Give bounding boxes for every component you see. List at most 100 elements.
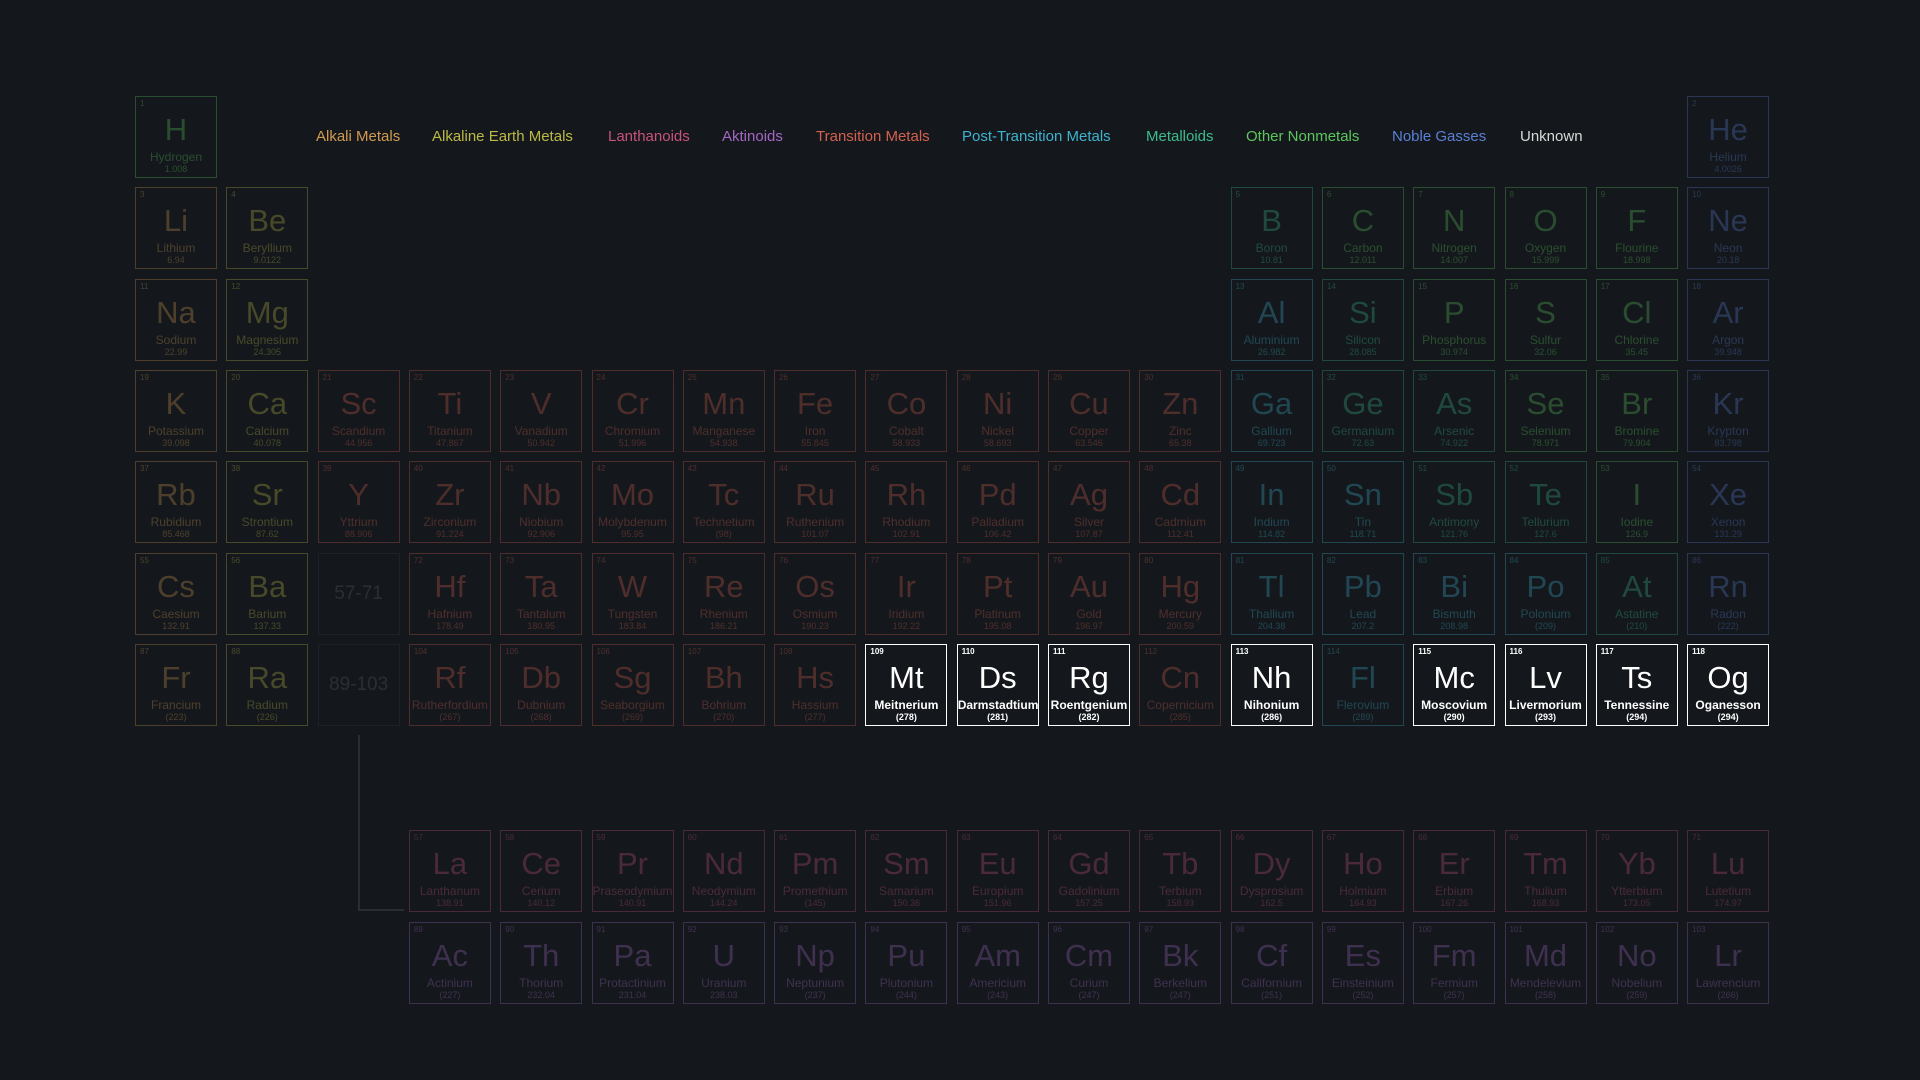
legend-nonmetal[interactable]: Other Nonmetals <box>1246 124 1359 150</box>
element-curium[interactable]: 96 Cm Curium (247) <box>1048 921 1130 1004</box>
element-chlorine[interactable]: 17 Cl Chlorine 35.45 <box>1595 278 1678 361</box>
element-niobium[interactable]: 41 Nb Niobium 92.906 <box>500 461 583 544</box>
element-hassium[interactable]: 108 Hs Hassium (277) <box>774 643 857 726</box>
legend-post[interactable]: Post-Transition Metals <box>962 124 1111 150</box>
element-lithium[interactable]: 3 Li Lithium 6.94 <box>135 187 217 270</box>
element-beryllium[interactable]: 4 Be Beryllium 9.0122 <box>226 187 309 270</box>
element-caesium[interactable]: 55 Cs Caesium 132.91 <box>135 552 217 635</box>
element-helium[interactable]: 2 He Helium 4.0026 <box>1687 96 1770 178</box>
element-cadmium[interactable]: 48 Cd Cadmium 112.41 <box>1139 461 1222 544</box>
element-arsenic[interactable]: 33 As Arsenic 74.922 <box>1413 369 1496 452</box>
element-silicon[interactable]: 14 Si Silicon 28.085 <box>1321 278 1404 361</box>
element-cobalt[interactable]: 27 Co Cobalt 58.933 <box>865 369 948 452</box>
element-copper[interactable]: 29 Cu Copper 63.546 <box>1048 369 1130 452</box>
element-bromine[interactable]: 35 Br Bromine 79.904 <box>1595 369 1678 452</box>
element-scandium[interactable]: 21 Sc Scandium 44.956 <box>317 369 400 452</box>
element-gold[interactable]: 79 Au Gold 196.97 <box>1048 552 1130 635</box>
element-ytterbium[interactable]: 70 Yb Ytterbium 173.05 <box>1595 830 1678 913</box>
element-neon[interactable]: 10 Ne Neon 20.18 <box>1687 187 1770 270</box>
element-meitnerium[interactable]: 109 Mt Meitnerium (278) <box>865 643 948 726</box>
element-mercury[interactable]: 80 Hg Mercury 200.59 <box>1139 552 1222 635</box>
element-hafnium[interactable]: 72 Hf Hafnium 178.49 <box>408 552 491 635</box>
element-zirconium[interactable]: 40 Zr Zirconium 91.224 <box>408 461 491 544</box>
element-radium[interactable]: 88 Ra Radium (226) <box>226 643 309 726</box>
legend-noble[interactable]: Noble Gasses <box>1392 124 1486 150</box>
element-krypton[interactable]: 36 Kr Krypton 83.798 <box>1687 369 1770 452</box>
element-strontium[interactable]: 38 Sr Strontium 87.62 <box>226 461 309 544</box>
element-yttrium[interactable]: 39 Y Yttrium 88.906 <box>317 461 400 544</box>
element-copernicium[interactable]: 112 Cn Copernicium (285) <box>1139 643 1222 726</box>
element-nickel[interactable]: 28 Ni Nickel 58.693 <box>956 369 1039 452</box>
element-rubidium[interactable]: 37 Rb Rubidium 85.468 <box>135 461 217 544</box>
element-silver[interactable]: 47 Ag Silver 107.87 <box>1048 461 1130 544</box>
element-neptunium[interactable]: 93 Np Neptunium (237) <box>774 921 857 1004</box>
element-tennessine[interactable]: 117 Ts Tennessine (294) <box>1595 643 1678 726</box>
element-technetium[interactable]: 43 Tc Technetium (98) <box>682 461 765 544</box>
element-boron[interactable]: 5 B Boron 10.81 <box>1230 187 1313 270</box>
element-lawrencium[interactable]: 103 Lr Lawrencium (266) <box>1687 921 1770 1004</box>
element-calcium[interactable]: 20 Ca Calcium 40.078 <box>226 369 309 452</box>
element-neodymium[interactable]: 60 Nd Neodymium 144.24 <box>682 830 765 913</box>
element-chromium[interactable]: 24 Cr Chromium 51.996 <box>591 369 674 452</box>
element-argon[interactable]: 18 Ar Argon 39.948 <box>1687 278 1770 361</box>
element-tantalum[interactable]: 73 Ta Tantalum 180.95 <box>500 552 583 635</box>
element-thallium[interactable]: 81 Tl Thallium 204.38 <box>1230 552 1313 635</box>
element-iridium[interactable]: 77 Ir Iridium 192.22 <box>865 552 948 635</box>
element-americium[interactable]: 95 Am Americium (243) <box>956 921 1039 1004</box>
element-indium[interactable]: 49 In Indium 114.82 <box>1230 461 1313 544</box>
element-tin[interactable]: 50 Sn Tin 118.71 <box>1321 461 1404 544</box>
legend-actinoid[interactable]: Aktinoids <box>722 124 783 150</box>
element-thulium[interactable]: 69 Tm Thulium 168.93 <box>1504 830 1587 913</box>
element-promethium[interactable]: 61 Pm Promethium (145) <box>774 830 857 913</box>
element-sodium[interactable]: 11 Na Sodium 22.99 <box>135 278 217 361</box>
element-rhodium[interactable]: 45 Rh Rhodium 102.91 <box>865 461 948 544</box>
element-californium[interactable]: 98 Cf Californium (251) <box>1230 921 1313 1004</box>
element-phosphorus[interactable]: 15 P Phosphorus 30.974 <box>1413 278 1496 361</box>
element-einsteinium[interactable]: 99 Es Einsteinium (252) <box>1321 921 1404 1004</box>
element-livermorium[interactable]: 116 Lv Livermorium (293) <box>1504 643 1587 726</box>
element-antimony[interactable]: 51 Sb Antimony 121.76 <box>1413 461 1496 544</box>
element-oxygen[interactable]: 8 O Oxygen 15.999 <box>1504 187 1587 270</box>
element-osmium[interactable]: 76 Os Osmium 190.23 <box>774 552 857 635</box>
element-zinc[interactable]: 30 Zn Zinc 65.38 <box>1139 369 1222 452</box>
element-plutonium[interactable]: 94 Pu Plutonium (244) <box>865 921 948 1004</box>
element-germanium[interactable]: 32 Ge Germanium 72.63 <box>1321 369 1404 452</box>
legend-alkali[interactable]: Alkali Metals <box>316 124 400 150</box>
legend-metalloid[interactable]: Metalloids <box>1146 124 1214 150</box>
element-oganesson[interactable]: 118 Og Oganesson (294) <box>1687 643 1770 726</box>
legend-unknown[interactable]: Unknown <box>1520 124 1583 150</box>
element-holmium[interactable]: 67 Ho Holmium 164.93 <box>1321 830 1404 913</box>
element-vanadium[interactable]: 23 V Vanadium 50.942 <box>500 369 583 452</box>
element-polonium[interactable]: 84 Po Polonium (209) <box>1504 552 1587 635</box>
element-dubnium[interactable]: 105 Db Dubnium (268) <box>500 643 583 726</box>
element-thorium[interactable]: 90 Th Thorium 232.04 <box>500 921 583 1004</box>
element-actinium[interactable]: 89 Ac Actinium (227) <box>408 921 491 1004</box>
element-roentgenium[interactable]: 111 Rg Roentgenium (282) <box>1048 643 1130 726</box>
element-selenium[interactable]: 34 Se Selenium 78.971 <box>1504 369 1587 452</box>
element-nihonium[interactable]: 113 Nh Nihonium (286) <box>1230 643 1313 726</box>
element-bismuth[interactable]: 83 Bi Bismuth 208.98 <box>1413 552 1496 635</box>
element-palladium[interactable]: 46 Pd Palladium 106.42 <box>956 461 1039 544</box>
element-seaborgium[interactable]: 106 Sg Seaborgium (269) <box>591 643 674 726</box>
element-mendelevium[interactable]: 101 Md Mendelevium (258) <box>1504 921 1587 1004</box>
element-cerium[interactable]: 58 Ce Cerium 140.12 <box>500 830 583 913</box>
element-hydrogen[interactable]: 1 H Hydrogen 1.008 <box>135 96 217 178</box>
element-dysprosium[interactable]: 66 Dy Dysprosium 162.5 <box>1230 830 1313 913</box>
element-fermium[interactable]: 100 Fm Fermium (257) <box>1413 921 1496 1004</box>
element-sulfur[interactable]: 16 S Sulfur 32.06 <box>1504 278 1587 361</box>
element-lutetium[interactable]: 71 Lu Lutetium 174.97 <box>1687 830 1770 913</box>
element-manganese[interactable]: 25 Mn Manganese 54.938 <box>682 369 765 452</box>
element-gadolinium[interactable]: 64 Gd Gadolinium 157.25 <box>1048 830 1130 913</box>
element-xenon[interactable]: 54 Xe Xenon 131.29 <box>1687 461 1770 544</box>
element-europium[interactable]: 63 Eu Europium 151.96 <box>956 830 1039 913</box>
legend-transition[interactable]: Transition Metals <box>816 124 930 150</box>
element-protactinium[interactable]: 91 Pa Protactinium 231.04 <box>591 921 674 1004</box>
element-flourine[interactable]: 9 F Flourine 18.998 <box>1595 187 1678 270</box>
element-uranium[interactable]: 92 U Uranium 238.03 <box>682 921 765 1004</box>
element-flerovium[interactable]: 114 Fl Flerovium (289) <box>1321 643 1404 726</box>
element-moscovium[interactable]: 115 Mc Moscovium (290) <box>1413 643 1496 726</box>
element-iodine[interactable]: 53 I Iodine 126.9 <box>1595 461 1678 544</box>
element-gallium[interactable]: 31 Ga Gallium 69.723 <box>1230 369 1313 452</box>
element-praseodymium[interactable]: 59 Pr Praseodymium 140.91 <box>591 830 674 913</box>
element-molybdenum[interactable]: 42 Mo Molybdenum 95.95 <box>591 461 674 544</box>
